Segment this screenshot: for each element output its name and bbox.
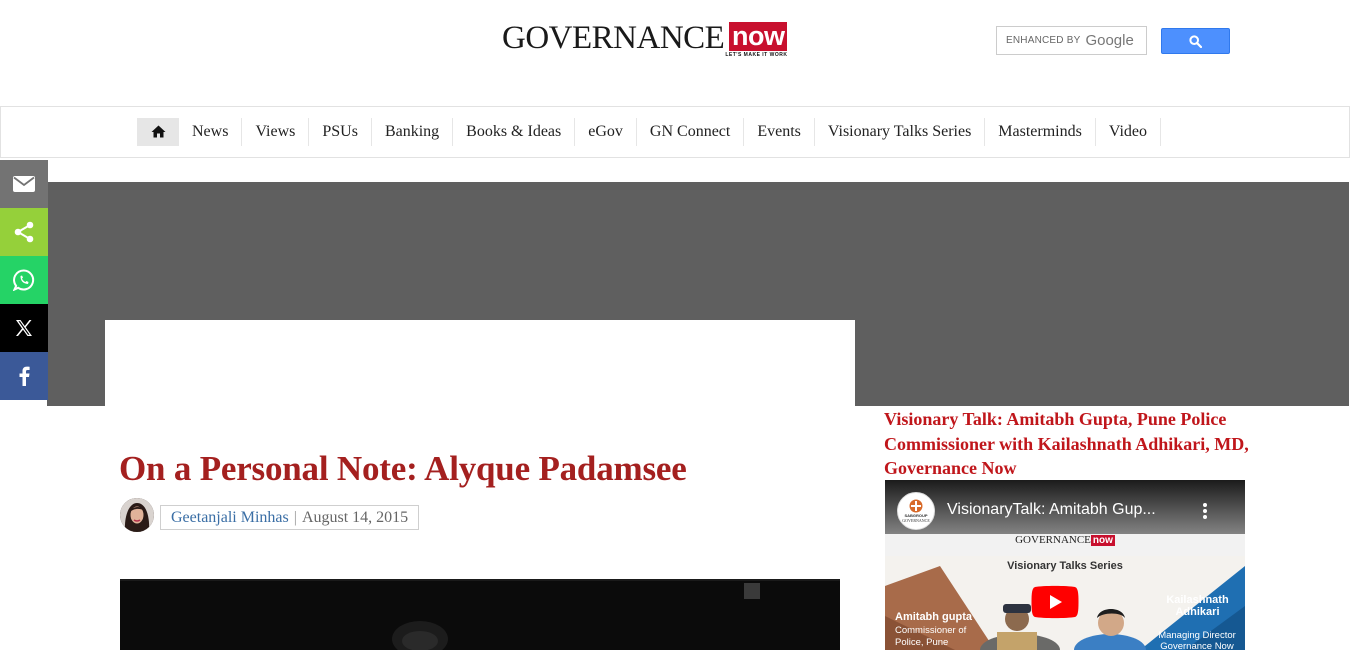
- publish-date: August 14, 2015: [301, 508, 409, 526]
- author-avatar[interactable]: [120, 498, 154, 532]
- video-org-accent: now: [1090, 535, 1115, 546]
- nav-home[interactable]: [137, 117, 179, 146]
- article-hero-image: [120, 579, 840, 650]
- search-icon: [1189, 34, 1202, 48]
- article-title: On a Personal Note: Alyque Padamsee: [119, 449, 687, 488]
- author-link[interactable]: Geetanjali Minhas: [171, 509, 289, 527]
- facebook-icon: [19, 366, 30, 386]
- channel-name-bottom: GOVERNANCE: [902, 518, 930, 523]
- sidebar-video-title[interactable]: Visionary Talk: Amitabh Gupta, Pune Poli…: [884, 407, 1249, 481]
- nav-item-video[interactable]: Video: [1096, 117, 1161, 146]
- channel-logo-icon: [909, 499, 923, 513]
- nav-item-psus[interactable]: PSUs: [309, 117, 372, 146]
- video-guest-name: Amitabh gupta: [895, 611, 972, 623]
- nav-item-masterminds[interactable]: Masterminds: [985, 117, 1096, 146]
- logo-accent: now: [728, 22, 788, 51]
- logo-tagline: LET'S MAKE IT WORK: [725, 52, 788, 58]
- nav-item-egov[interactable]: eGov: [575, 117, 637, 146]
- more-vertical-icon: [1203, 503, 1207, 519]
- logo-wordmark: GOVERNANCE: [502, 20, 725, 56]
- byline-separator: |: [293, 508, 297, 526]
- share-x-button[interactable]: [0, 304, 48, 352]
- site-logo[interactable]: GOVERNANCE now LET'S MAKE IT WORK: [502, 20, 788, 58]
- nav-item-gn-connect[interactable]: GN Connect: [637, 117, 745, 146]
- home-icon: [151, 125, 165, 138]
- ad-slot: [105, 320, 855, 406]
- search-box[interactable]: ENHANCED BY Google: [996, 26, 1147, 55]
- nav-item-events[interactable]: Events: [744, 117, 815, 146]
- share-generic-button[interactable]: [0, 208, 48, 256]
- video-embed[interactable]: GOVERNANCE now Visionary Talks Series Ami…: [885, 480, 1245, 650]
- video-channel-avatar[interactable]: SABGROUP GOVERNANCE: [897, 492, 935, 530]
- site-header: GOVERNANCE now LET'S MAKE IT WORK ENHANC…: [0, 0, 1351, 106]
- video-host-name: Kailashnath Adhikari: [1166, 594, 1229, 618]
- share-bar: [0, 160, 48, 400]
- nav-item-banking[interactable]: Banking: [372, 117, 454, 146]
- video-title[interactable]: VisionaryTalk: Amitabh Gup...: [947, 501, 1156, 519]
- video-play-button[interactable]: [1031, 585, 1079, 619]
- video-org-name: GOVERNANCE: [1015, 534, 1091, 546]
- video-menu-button[interactable]: [1202, 502, 1208, 525]
- share-email-button[interactable]: [0, 160, 48, 208]
- share-icon: [14, 221, 34, 243]
- video-series-label: Visionary Talks Series: [1007, 560, 1123, 572]
- article-byline: Geetanjali Minhas | August 14, 2015: [160, 505, 420, 530]
- search-input[interactable]: [997, 27, 1146, 54]
- nav-item-news[interactable]: News: [179, 117, 243, 146]
- nav-item-visionary-talks[interactable]: Visionary Talks Series: [815, 117, 986, 146]
- play-icon: [1031, 585, 1079, 619]
- nav-item-views[interactable]: Views: [242, 117, 310, 146]
- nav-item-books-ideas[interactable]: Books & Ideas: [453, 117, 576, 146]
- whatsapp-icon: [13, 269, 35, 291]
- video-guest-role: Commissioner of Police, Pune: [895, 625, 967, 648]
- main-nav: News Views PSUs Banking Books & Ideas eG…: [0, 106, 1350, 158]
- email-icon: [13, 176, 35, 192]
- share-facebook-button[interactable]: [0, 352, 48, 400]
- x-icon: [16, 320, 32, 336]
- search-button[interactable]: [1161, 28, 1230, 54]
- share-whatsapp-button[interactable]: [0, 256, 48, 304]
- video-host-role: Managing Director Governance Now: [1158, 630, 1236, 650]
